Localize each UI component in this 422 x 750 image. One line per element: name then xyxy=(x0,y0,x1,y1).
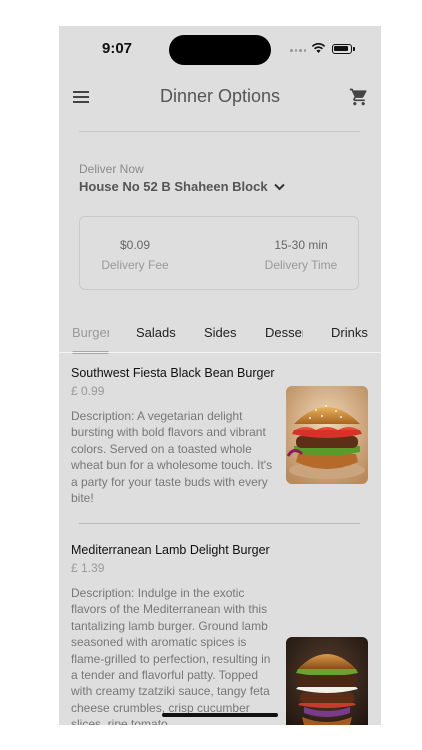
header-divider xyxy=(79,131,360,132)
dynamic-island xyxy=(169,35,271,65)
tab-drinks[interactable]: Drinks xyxy=(331,325,368,340)
item-price: £ 1.39 xyxy=(71,561,105,575)
item-image xyxy=(286,637,368,725)
hamburger-menu-icon[interactable] xyxy=(73,90,91,104)
delivery-time-value: 15-30 min xyxy=(274,238,328,252)
tab-burgers[interactable]: Burgers xyxy=(72,325,109,340)
burger-image xyxy=(286,637,368,725)
home-indicator[interactable] xyxy=(162,713,278,717)
phone-screen: 9:07 Dinner Options Deliver Now House No… xyxy=(59,26,381,725)
item-name: Mediterranean Lamb Delight Burger xyxy=(71,543,270,557)
burger-image xyxy=(286,386,368,484)
page-title: Dinner Options xyxy=(159,86,281,106)
item-image xyxy=(286,386,368,484)
status-time: 9:07 xyxy=(102,40,133,57)
item-description: Description: Indulge in the exotic flavo… xyxy=(71,586,271,725)
wifi-icon xyxy=(311,43,326,53)
battery-icon xyxy=(332,44,355,54)
cellular-signal-icon xyxy=(290,49,306,53)
status-bar: 9:07 xyxy=(59,26,381,74)
delivery-time-label: Delivery Time xyxy=(264,258,338,272)
category-tabs: Burgers Salads Sides Desserts Drinks xyxy=(59,316,381,354)
tab-salads[interactable]: Salads xyxy=(136,325,176,340)
tab-sides[interactable]: Sides xyxy=(204,325,237,340)
delivery-time-block: 15-30 min Delivery Time xyxy=(241,238,361,272)
item-description: Description: A vegetarian delight bursti… xyxy=(71,409,273,506)
chevron-down-icon xyxy=(273,183,285,190)
delivery-fee-block: $0.09 Delivery Fee xyxy=(75,238,195,272)
tab-desserts[interactable]: Desserts xyxy=(265,325,303,340)
delivery-fee-value: $0.09 xyxy=(119,238,151,252)
item-divider xyxy=(79,523,360,524)
deliver-now-label: Deliver Now xyxy=(79,162,144,176)
shopping-cart-icon[interactable] xyxy=(349,87,369,107)
delivery-info-card: $0.09 Delivery Fee 15-30 min Delivery Ti… xyxy=(79,216,359,290)
tabs-divider xyxy=(59,352,381,353)
delivery-fee-label: Delivery Fee xyxy=(101,258,169,272)
item-name: Southwest Fiesta Black Bean Burger xyxy=(71,366,275,380)
delivery-address-selector[interactable]: House No 52 B Shaheen Block xyxy=(79,179,285,194)
delivery-address: House No 52 B Shaheen Block xyxy=(79,179,268,194)
